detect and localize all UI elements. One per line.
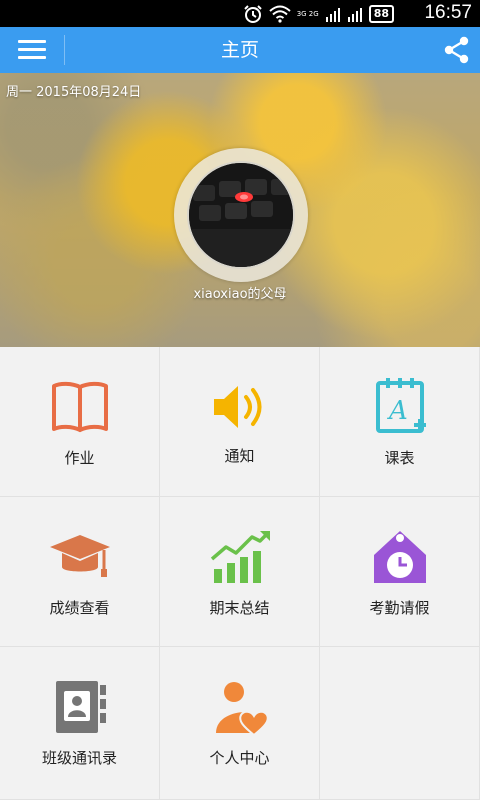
user-name: xiaoxiao的父母 (193, 287, 287, 302)
menu-item-profile[interactable]: 个人中心 (160, 647, 320, 800)
menu-item-label: 考勤请假 (369, 599, 430, 617)
network-type: 3G 2G (296, 10, 319, 18)
schedule-icon: A (375, 378, 426, 433)
status-icons: 3G 2G 88 (243, 4, 394, 24)
contacts-book-icon (55, 681, 106, 733)
speaker-icon (213, 386, 261, 428)
menu-item-homework[interactable]: 作业 (0, 347, 160, 497)
menu-item-schedule[interactable]: A 课表 (320, 347, 480, 497)
page-title: 主页 (220, 39, 259, 61)
menu-item-label: 成绩查看 (49, 599, 110, 617)
menu-item-notice[interactable]: 通知 (160, 347, 320, 497)
user-heart-icon (215, 682, 269, 737)
signal-icon-2 (347, 8, 362, 22)
attendance-clock-icon (373, 531, 426, 583)
avatar[interactable] (187, 161, 295, 269)
avatar-photo (189, 163, 293, 267)
menu-item-grades[interactable]: 成绩查看 (0, 497, 160, 647)
signal-icon-1 (325, 8, 340, 22)
avatar-frame[interactable] (174, 148, 308, 282)
app-bar: 主页 (0, 27, 480, 73)
wifi-icon (269, 5, 291, 23)
menu-item-label: 通知 (224, 447, 255, 465)
battery-level: 88 (368, 5, 394, 23)
status-bar: 3G 2G 88 16:57 (0, 0, 480, 27)
share-icon[interactable] (444, 36, 470, 64)
menu-item-summary[interactable]: 期末总结 (160, 497, 320, 647)
current-date: 周一 2015年08月24日 (6, 85, 142, 100)
empty-grid-cell (320, 647, 480, 800)
menu-item-label: 班级通讯录 (41, 749, 117, 767)
menu-item-label: 课表 (384, 449, 415, 467)
profile-banner: 周一 2015年08月24日 xiaoxiao的父母 (0, 73, 480, 347)
graduation-cap-icon (49, 535, 110, 577)
svg-text:A: A (387, 396, 408, 426)
menu-item-label: 个人中心 (209, 749, 270, 767)
feature-grid: 作业 通知 A 课表 成绩查看 期末总结 考勤请假 班级通讯录 个人中心 (0, 347, 480, 800)
status-time: 16:57 (424, 2, 472, 23)
menu-item-contacts[interactable]: 班级通讯录 (0, 647, 160, 800)
menu-item-label: 作业 (64, 449, 95, 467)
alarm-icon (243, 5, 262, 23)
growth-chart-icon (210, 531, 270, 583)
menu-item-attendance[interactable]: 考勤请假 (320, 497, 480, 647)
book-icon (51, 381, 108, 432)
menu-item-label: 期末总结 (209, 599, 270, 617)
